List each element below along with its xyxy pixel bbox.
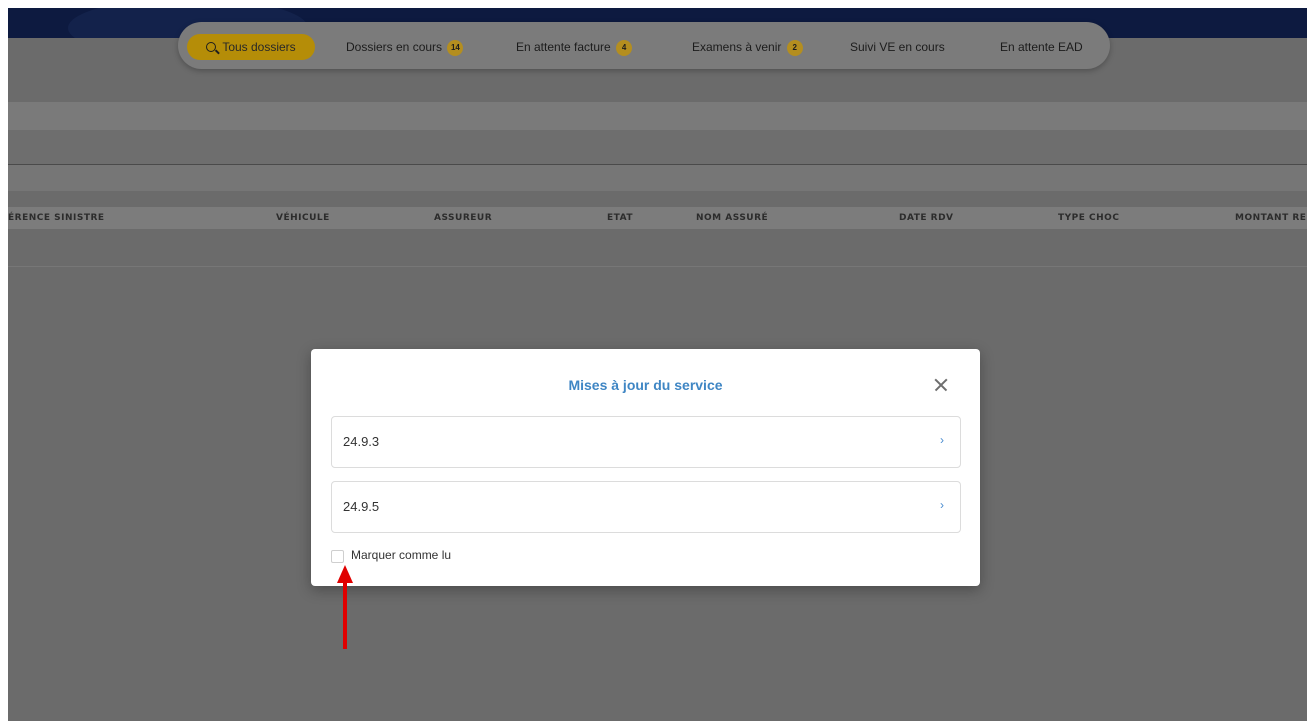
col-header-etat[interactable]: ETAT [607,213,633,223]
tab-dossiers-en-cours[interactable]: Dossiers en cours 14 [346,34,464,60]
count-badge: 4 [616,39,633,56]
update-version-label: 24.9.5 [343,499,380,514]
col-header-date-rdv[interactable]: DATE RDV [899,213,954,223]
search-icon [206,41,217,52]
spacer [8,191,1307,207]
tab-label: En attente EAD [1000,40,1083,54]
red-arrow-annotation [337,565,353,649]
table-row-divider [8,266,1307,267]
tab-label: Suivi VE en cours [850,40,945,54]
tab-label: Examens à venir [692,40,782,54]
col-header-reference-sinistre[interactable]: ÉRENCE SINISTRE [8,213,105,223]
chevron-right-icon: › [940,498,944,512]
tab-tous-dossiers[interactable]: Tous dossiers [187,34,315,60]
col-header-vehicule[interactable]: VÉHICULE [276,213,330,223]
col-header-montant[interactable]: MONTANT RE [1235,213,1306,223]
update-item[interactable]: 24.9.5 › [331,481,961,533]
sub-filter-bar [8,165,1307,191]
tab-label: En attente facture [516,40,611,54]
service-updates-modal: Mises à jour du service 24.9.3 › 24.9.5 … [311,349,980,586]
chevron-right-icon: › [940,433,944,447]
tab-label: Dossiers en cours [346,40,443,54]
arrow-head [337,565,353,583]
update-version-label: 24.9.3 [343,434,380,449]
tab-examens-a-venir[interactable]: Examens à venir 2 [692,34,803,60]
dossier-tabs-nav: Tous dossiers Dossiers en cours 14 En at… [178,22,1110,69]
count-badge: 14 [447,39,464,56]
tab-label: Tous dossiers [222,40,296,54]
col-header-assureur[interactable]: ASSUREUR [434,213,492,223]
filter-bar [8,102,1307,130]
tab-en-attente-facture[interactable]: En attente facture 4 [516,34,633,60]
col-header-type-choc[interactable]: TYPE CHOC [1058,213,1119,223]
table-header: ÉRENCE SINISTRE VÉHICULE ASSUREUR ETAT N… [8,207,1307,229]
arrow-shaft [343,581,347,649]
count-badge: 2 [786,39,803,56]
filter-row [8,130,1307,164]
mark-as-read-label[interactable]: Marquer comme lu [351,548,451,562]
update-item[interactable]: 24.9.3 › [331,416,961,468]
mark-as-read-checkbox[interactable] [331,550,344,563]
close-icon[interactable] [931,375,951,395]
tab-suivi-ve-en-cours[interactable]: Suivi VE en cours [850,34,945,60]
col-header-nom-assure[interactable]: NOM ASSURÉ [696,213,768,223]
modal-title: Mises à jour du service [568,377,723,393]
tab-en-attente-ead[interactable]: En attente EAD [1000,34,1083,60]
